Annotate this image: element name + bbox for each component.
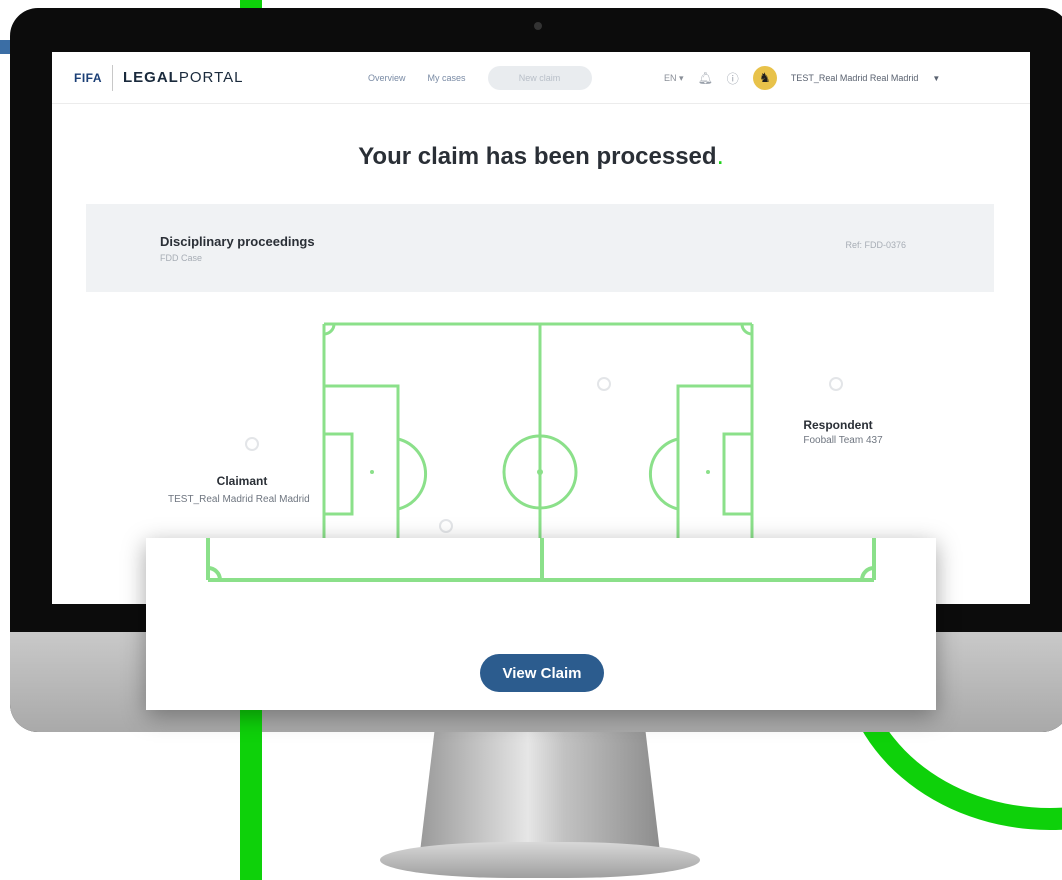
- new-claim-button[interactable]: New claim: [487, 66, 592, 90]
- claimant-label: Claimant: [216, 474, 268, 488]
- logo-divider: [112, 64, 113, 91]
- view-claim-button[interactable]: View Claim: [480, 654, 604, 692]
- header-tools: EN ▾ 🔔︎ ⓘ ♞ TEST_Real Madrid Real Madrid…: [664, 66, 940, 90]
- nav-my-cases[interactable]: My cases: [428, 73, 466, 83]
- claimant-value: TEST_Real Madrid Real Madrid: [168, 494, 310, 505]
- stage: FIFA LEGAL PORTAL Overview My cases New …: [0, 0, 1062, 880]
- claim-card: View Claim: [146, 538, 936, 710]
- case-reference: Ref: FDD-0376: [845, 240, 906, 250]
- bell-icon[interactable]: 🔔︎: [698, 71, 713, 85]
- logo-legal: LEGAL: [123, 69, 179, 86]
- fifa-logo[interactable]: FIFA: [74, 71, 102, 85]
- language-selector[interactable]: EN ▾: [664, 73, 684, 84]
- main-nav: Overview My cases New claim: [368, 66, 592, 90]
- avatar[interactable]: ♞: [752, 66, 777, 90]
- headline-accent-dot: .: [716, 140, 724, 170]
- chevron-down-icon: ▾: [679, 72, 684, 83]
- logo-portal: PORTAL: [178, 69, 244, 86]
- user-name[interactable]: TEST_Real Madrid Real Madrid: [791, 73, 919, 83]
- pitch-lines-bottom: [206, 538, 876, 582]
- monitor-stand: [420, 732, 660, 852]
- camera-icon: [534, 22, 542, 30]
- screen: FIFA LEGAL PORTAL Overview My cases New …: [52, 52, 1030, 604]
- case-panel: Disciplinary proceedings FDD Case Ref: F…: [86, 204, 994, 292]
- language-label: EN: [664, 72, 677, 83]
- case-title: Disciplinary proceedings: [160, 234, 315, 249]
- top-bar: FIFA LEGAL PORTAL Overview My cases New …: [52, 52, 1030, 104]
- headline-wrap: Your claim has been processed.: [52, 140, 1030, 171]
- decorative-green-bar-bottom: [240, 700, 262, 880]
- nav-overview[interactable]: Overview: [368, 73, 406, 83]
- page-title: Your claim has been processed: [358, 143, 717, 170]
- monitor-stand-base: [380, 842, 700, 878]
- case-subtitle: FDD Case: [160, 253, 203, 263]
- respondent-value: Fooball Team 437: [803, 435, 883, 446]
- respondent-label: Respondent: [803, 418, 873, 432]
- help-icon[interactable]: ⓘ: [727, 70, 739, 87]
- chevron-down-icon[interactable]: ▼: [932, 74, 940, 83]
